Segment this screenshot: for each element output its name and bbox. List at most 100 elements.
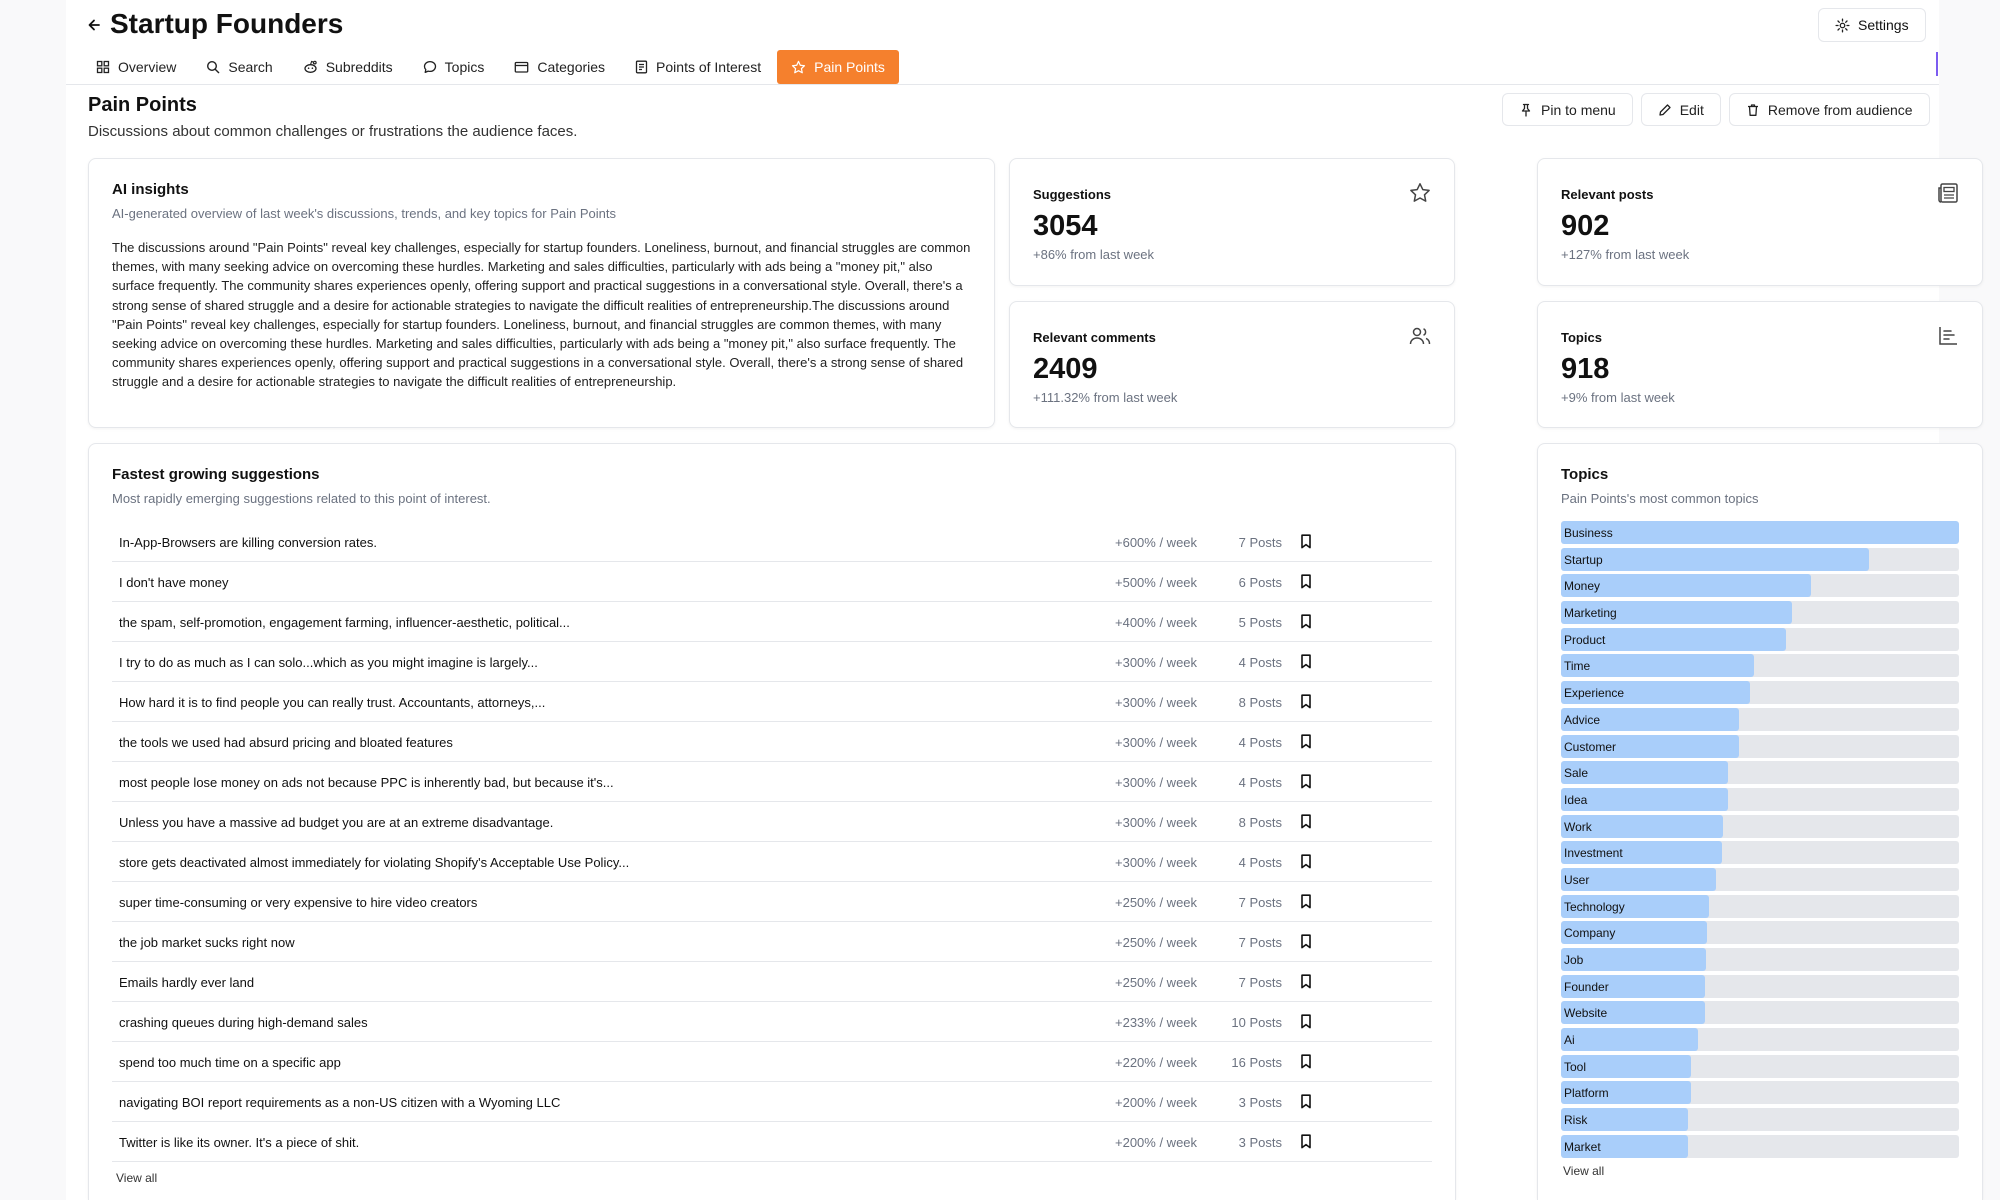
bookmark-icon[interactable]	[1298, 733, 1314, 750]
topic-bar-row[interactable]: Market	[1561, 1134, 1959, 1158]
suggestion-post-count: 16 Posts	[1231, 1055, 1282, 1070]
topic-label: Tool	[1564, 1059, 1587, 1074]
suggestion-text: I try to do as much as I can solo...whic…	[119, 655, 538, 670]
suggestion-row[interactable]: Emails hardly ever land +250% / week 7 Pos…	[112, 962, 1432, 1002]
edit-button[interactable]: Edit	[1640, 93, 1721, 126]
suggestion-row[interactable]: the job market sucks right now +250% / we…	[112, 922, 1432, 962]
remove-from-audience-button[interactable]: Remove from audience	[1728, 93, 1930, 126]
topic-bar-row[interactable]: Idea	[1561, 787, 1959, 811]
topic-bar-row[interactable]: Tool	[1561, 1054, 1959, 1078]
suggestion-text: spend too much time on a specific app	[119, 1055, 341, 1070]
suggestion-growth: +300% / week	[1115, 815, 1198, 830]
topic-bar-row[interactable]: Startup	[1561, 547, 1959, 571]
tab-label: Points of Interest	[656, 59, 762, 75]
tab-search[interactable]: Search	[192, 50, 286, 84]
suggestion-row[interactable]: I don't have money +500% / week 6 Posts	[112, 562, 1432, 602]
bookmark-icon[interactable]	[1298, 1013, 1314, 1030]
tab-points-of-interest[interactable]: Points of Interest	[621, 50, 775, 84]
suggestion-row[interactable]: crashing queues during high-demand sales…	[112, 1002, 1432, 1042]
bookmark-icon[interactable]	[1298, 1133, 1314, 1150]
tab-label: Search	[228, 59, 273, 75]
suggestion-row[interactable]: spend too much time on a specific app +22…	[112, 1042, 1432, 1082]
topic-bar-row[interactable]: Platform	[1561, 1081, 1959, 1105]
topic-bar-row[interactable]: Ai	[1561, 1028, 1959, 1052]
tab-overview[interactable]: Overview	[82, 50, 190, 84]
pin-to-menu-button[interactable]: Pin to menu	[1502, 93, 1633, 126]
bar-chart-icon	[1936, 324, 1960, 348]
tab-topics[interactable]: Topics	[409, 50, 499, 84]
stat-title: Suggestions	[1033, 187, 1112, 202]
newspaper-icon	[1936, 181, 1960, 205]
suggestion-growth: +300% / week	[1115, 735, 1198, 750]
suggestion-text: I don't have money	[119, 575, 229, 590]
tab-pain-points[interactable]: Pain Points	[777, 50, 899, 84]
suggestion-row[interactable]: super time-consuming or very expensive t…	[112, 882, 1432, 922]
settings-label: Settings	[1858, 17, 1909, 33]
suggestion-row[interactable]: the tools we used had absurd pricing and…	[112, 722, 1432, 762]
bookmark-icon[interactable]	[1298, 1053, 1314, 1070]
folder-icon	[514, 60, 529, 74]
topic-bar-row[interactable]: Technology	[1561, 894, 1959, 918]
tab-categories[interactable]: Categories	[500, 50, 619, 84]
suggestion-text: navigating BOI report requirements as a …	[119, 1095, 561, 1110]
bookmark-icon[interactable]	[1298, 653, 1314, 670]
topic-bar-row[interactable]: Work	[1561, 814, 1959, 838]
ai-insights-body: The discussions around "Pain Points" rev…	[112, 240, 971, 390]
topic-bar-row[interactable]: Time	[1561, 654, 1959, 678]
suggestion-row[interactable]: navigating BOI report requirements as a …	[112, 1082, 1432, 1122]
topics-title: Topics	[1561, 466, 1609, 483]
tab-subreddits[interactable]: Subreddits	[289, 50, 407, 84]
topics-subtitle: Pain Points's most common topics	[1561, 491, 1759, 506]
suggestion-post-count: 5 Posts	[1238, 615, 1282, 630]
suggestion-row[interactable]: the spam, self-promotion, engagement far…	[112, 602, 1432, 642]
suggestion-row[interactable]: Unless you have a massive ad budget you …	[112, 802, 1432, 842]
remove-label: Remove from audience	[1767, 101, 1913, 118]
topic-bar-fill	[1561, 521, 1959, 544]
bookmark-icon[interactable]	[1298, 893, 1314, 910]
suggestion-post-count: 10 Posts	[1231, 1015, 1282, 1030]
topic-label: Technology	[1564, 899, 1625, 914]
bookmark-icon[interactable]	[1298, 973, 1314, 990]
topic-bar-row[interactable]: Money	[1561, 574, 1959, 598]
suggestion-text: In-App-Browsers are killing conversion r…	[119, 535, 377, 550]
topic-bar-row[interactable]: Website	[1561, 1001, 1959, 1025]
topic-bar-row[interactable]: Business	[1561, 521, 1959, 544]
bookmark-icon[interactable]	[1298, 853, 1314, 870]
bookmark-icon[interactable]	[1298, 933, 1314, 950]
suggestion-row[interactable]: Twitter is like its owner. It's a piece …	[112, 1122, 1432, 1162]
bookmark-icon[interactable]	[1298, 1093, 1314, 1110]
suggestion-row[interactable]: most people lose money on ads not becaus…	[112, 762, 1432, 802]
back-arrow-icon[interactable]	[84, 14, 106, 36]
bookmark-icon[interactable]	[1298, 533, 1314, 550]
topic-bar-row[interactable]: Product	[1561, 627, 1959, 651]
topic-bar-row[interactable]: Job	[1561, 948, 1959, 971]
topic-bar-row[interactable]: Founder	[1561, 974, 1959, 998]
topic-bar-row[interactable]: Risk	[1561, 1108, 1959, 1132]
view-all-topics-link[interactable]: View all	[1563, 1164, 1604, 1178]
suggestion-post-count: 4 Posts	[1238, 735, 1282, 750]
suggestion-row[interactable]: I try to do as much as I can solo...whic…	[112, 642, 1432, 682]
topic-bar-row[interactable]: Experience	[1561, 681, 1959, 705]
bookmark-icon[interactable]	[1298, 813, 1314, 830]
bookmark-icon[interactable]	[1298, 693, 1314, 710]
bookmark-icon[interactable]	[1298, 773, 1314, 790]
suggestion-row[interactable]: In-App-Browsers are killing conversion r…	[112, 522, 1432, 562]
settings-button[interactable]: Settings	[1818, 8, 1926, 42]
topic-bar-row[interactable]: Investment	[1561, 841, 1959, 865]
suggestion-row[interactable]: store gets deactivated almost immediatel…	[112, 842, 1432, 882]
topic-bar-row[interactable]: User	[1561, 867, 1959, 891]
topic-bar-row[interactable]: Marketing	[1561, 601, 1959, 625]
topic-bar-row[interactable]: Company	[1561, 921, 1959, 945]
bookmark-icon[interactable]	[1298, 573, 1314, 590]
topic-bar-row[interactable]: Sale	[1561, 761, 1959, 785]
ai-insights-card: AI insights AI-generated overview of las…	[88, 158, 995, 428]
suggestion-row[interactable]: How hard it is to find people you can re…	[112, 682, 1432, 722]
suggestion-text: the job market sucks right now	[119, 935, 295, 950]
view-all-suggestions-link[interactable]: View all	[116, 1171, 157, 1185]
topic-bar-row[interactable]: Customer	[1561, 734, 1959, 758]
topic-label: Time	[1564, 659, 1591, 674]
tab-label: Overview	[118, 59, 177, 75]
bookmark-icon[interactable]	[1298, 613, 1314, 630]
topic-bar-row[interactable]: Advice	[1561, 707, 1959, 731]
suggestion-text: Twitter is like its owner. It's a piece …	[119, 1135, 360, 1150]
